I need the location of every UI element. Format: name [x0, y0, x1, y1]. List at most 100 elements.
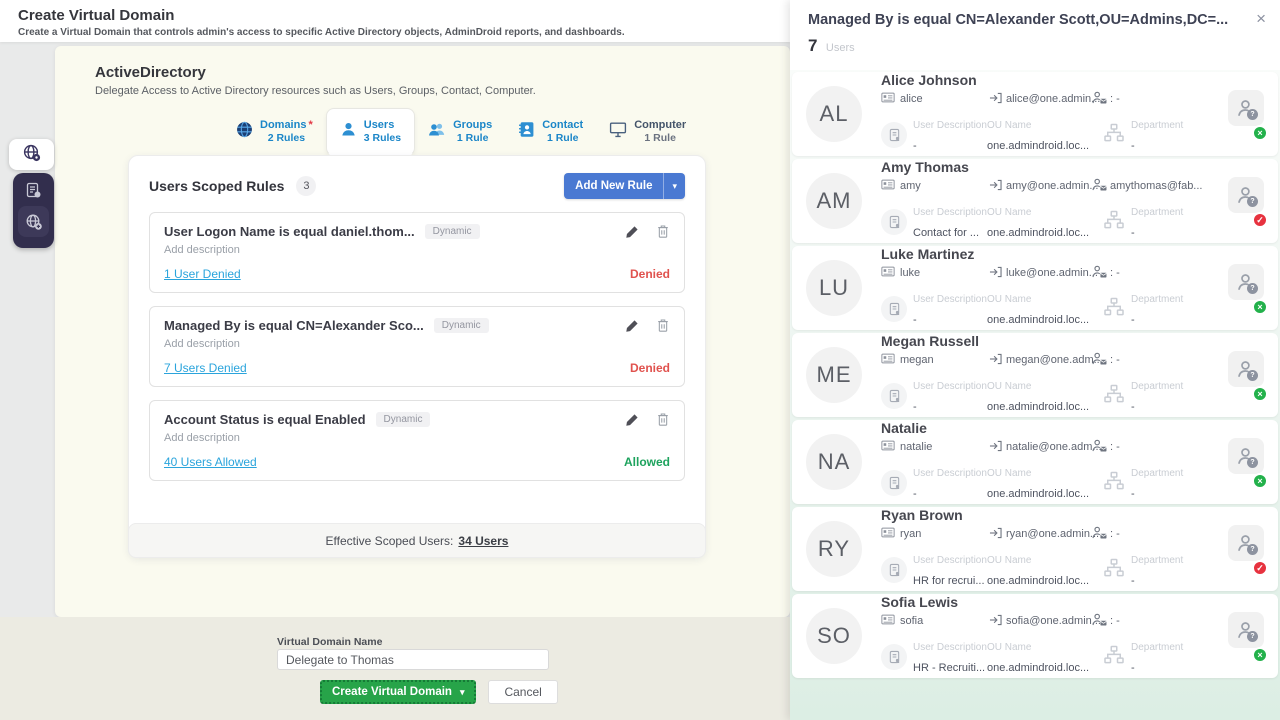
- effective-label: Effective Scoped Users:: [326, 534, 454, 548]
- status-badge-icon: ×: [1252, 473, 1268, 489]
- tab-domains[interactable]: Domains* 2 Rules: [223, 113, 326, 151]
- department-value: -: [1131, 662, 1135, 674]
- users-list: AL Alice Johnson alice alice@one.admin..…: [792, 72, 1278, 681]
- question-badge-icon: ?: [1247, 196, 1258, 207]
- description-icon: [881, 296, 907, 322]
- avatar: ME: [806, 347, 862, 403]
- department-label: Department: [1131, 642, 1183, 653]
- user-question-chip[interactable]: ?: [1228, 264, 1264, 300]
- sign-in-icon: [989, 266, 1002, 281]
- user-question-chip[interactable]: ?: [1228, 612, 1264, 648]
- delete-icon[interactable]: [656, 412, 670, 427]
- rule-status: Denied: [630, 361, 670, 375]
- org-chart-icon: [1103, 645, 1125, 670]
- user-card[interactable]: NA Natalie natalie natalie@one.adm...: [792, 420, 1278, 504]
- user-question-chip[interactable]: ?: [1228, 438, 1264, 474]
- person-mail-icon: [1092, 178, 1107, 194]
- tab-contact[interactable]: Contact 1 Rule: [505, 113, 596, 151]
- user-description-value: -: [913, 314, 917, 326]
- report-doc-icon[interactable]: [25, 182, 42, 199]
- edit-icon[interactable]: [625, 413, 639, 427]
- user-name: Sofia Lewis: [881, 594, 1226, 610]
- user-question-chip[interactable]: ?: [1228, 351, 1264, 387]
- rule-users-link[interactable]: 1 User Denied: [164, 267, 241, 281]
- delete-icon[interactable]: [656, 318, 670, 333]
- edit-icon[interactable]: [625, 225, 639, 239]
- virtual-domain-name-input[interactable]: [277, 649, 549, 670]
- user-card[interactable]: LU Luke Martinez luke luke@one.admin...: [792, 246, 1278, 330]
- chevron-down-icon[interactable]: ▾: [663, 173, 685, 199]
- question-badge-icon: ?: [1247, 457, 1258, 468]
- rule-users-link[interactable]: 40 Users Allowed: [164, 455, 257, 469]
- globe-icon: [236, 121, 253, 143]
- users-count-label: Users: [826, 42, 855, 54]
- close-icon[interactable]: ×: [1256, 10, 1266, 27]
- dynamic-badge: Dynamic: [425, 224, 480, 239]
- user-mail: : -: [1110, 93, 1120, 105]
- user-description-label: User Description: [913, 120, 987, 131]
- required-asterisk: *: [308, 119, 312, 131]
- tab-domains-label: Domains: [260, 119, 306, 131]
- tab-users[interactable]: Users 3 Rules: [326, 108, 415, 156]
- delete-icon[interactable]: [656, 224, 670, 239]
- department-value: -: [1131, 488, 1135, 500]
- department-label: Department: [1131, 381, 1183, 392]
- chevron-down-icon[interactable]: ▾: [460, 687, 465, 698]
- users-scoped-rules-panel: Users Scoped Rules 3 Add New Rule ▾ User…: [128, 155, 706, 558]
- user-mail: : -: [1110, 615, 1120, 627]
- user-card[interactable]: AL Alice Johnson alice alice@one.admin..…: [792, 72, 1278, 156]
- sign-in-icon: [989, 440, 1002, 455]
- edit-icon[interactable]: [625, 319, 639, 333]
- user-login-email: alice@one.admin...: [1006, 93, 1100, 105]
- user-card[interactable]: RY Ryan Brown ryan ryan@one.admin...: [792, 507, 1278, 591]
- user-logon-name: luke: [900, 267, 920, 279]
- ou-name-value: one.admindroid.loc...: [987, 227, 1089, 239]
- rule-users-side-panel: Managed By is equal CN=Alexander Scott,O…: [790, 0, 1280, 720]
- tab-computer-label: Computer: [634, 119, 686, 133]
- rule-users-link[interactable]: 7 Users Denied: [164, 361, 247, 375]
- tab-groups[interactable]: Groups 1 Rule: [415, 113, 505, 151]
- status-badge-icon: ✓: [1252, 560, 1268, 576]
- user-question-chip[interactable]: ?: [1228, 90, 1264, 126]
- create-virtual-domain-button[interactable]: Create Virtual Domain ▾: [320, 680, 476, 704]
- dynamic-badge: Dynamic: [434, 318, 489, 333]
- user-description-label: User Description: [913, 468, 987, 479]
- user-question-chip[interactable]: ?: [1228, 177, 1264, 213]
- user-question-chip[interactable]: ?: [1228, 525, 1264, 561]
- person-mail-icon: [1092, 265, 1107, 281]
- side-panel-title: Managed By is equal CN=Alexander Scott,O…: [808, 12, 1248, 28]
- id-card-icon: [881, 527, 895, 541]
- user-card[interactable]: SO Sofia Lewis sofia sofia@one.admin...: [792, 594, 1278, 678]
- monitor-icon: [609, 121, 627, 143]
- rule-description[interactable]: Add description: [164, 338, 670, 350]
- user-card[interactable]: AM Amy Thomas amy amy@one.admin...: [792, 159, 1278, 243]
- org-chart-icon: [1103, 123, 1125, 148]
- effective-users-link[interactable]: 34 Users: [458, 534, 508, 548]
- add-new-rule-button[interactable]: Add New Rule ▾: [564, 173, 685, 199]
- department-value: -: [1131, 140, 1135, 152]
- user-name: Natalie: [881, 420, 1226, 436]
- rule-title: User Logon Name is equal daniel.thom...: [164, 224, 415, 239]
- question-badge-icon: ?: [1247, 631, 1258, 642]
- department-label: Department: [1131, 468, 1183, 479]
- user-icon: [340, 121, 357, 143]
- rules-panel-title: Users Scoped Rules: [149, 178, 284, 194]
- globe-add-icon[interactable]: [18, 206, 49, 237]
- org-chart-icon: [1103, 384, 1125, 409]
- rule-description[interactable]: Add description: [164, 244, 670, 256]
- cancel-button[interactable]: Cancel: [488, 680, 557, 704]
- org-chart-icon: [1103, 297, 1125, 322]
- user-mail: : -: [1110, 441, 1120, 453]
- user-description-label: User Description: [913, 555, 987, 566]
- contact-book-icon: [518, 121, 535, 143]
- ou-name-label: OU Name: [987, 120, 1031, 131]
- user-name: Alice Johnson: [881, 72, 1226, 88]
- tab-computer[interactable]: Computer 1 Rule: [596, 113, 699, 151]
- sign-in-icon: [989, 179, 1002, 194]
- user-card[interactable]: ME Megan Russell megan megan@one.adm...: [792, 333, 1278, 417]
- rule-description[interactable]: Add description: [164, 432, 670, 444]
- sidebar-item-virtual-domain-active[interactable]: [9, 139, 54, 170]
- person-mail-icon: [1092, 526, 1107, 542]
- user-description-value: Contact for ...: [913, 227, 979, 239]
- ou-name-label: OU Name: [987, 207, 1031, 218]
